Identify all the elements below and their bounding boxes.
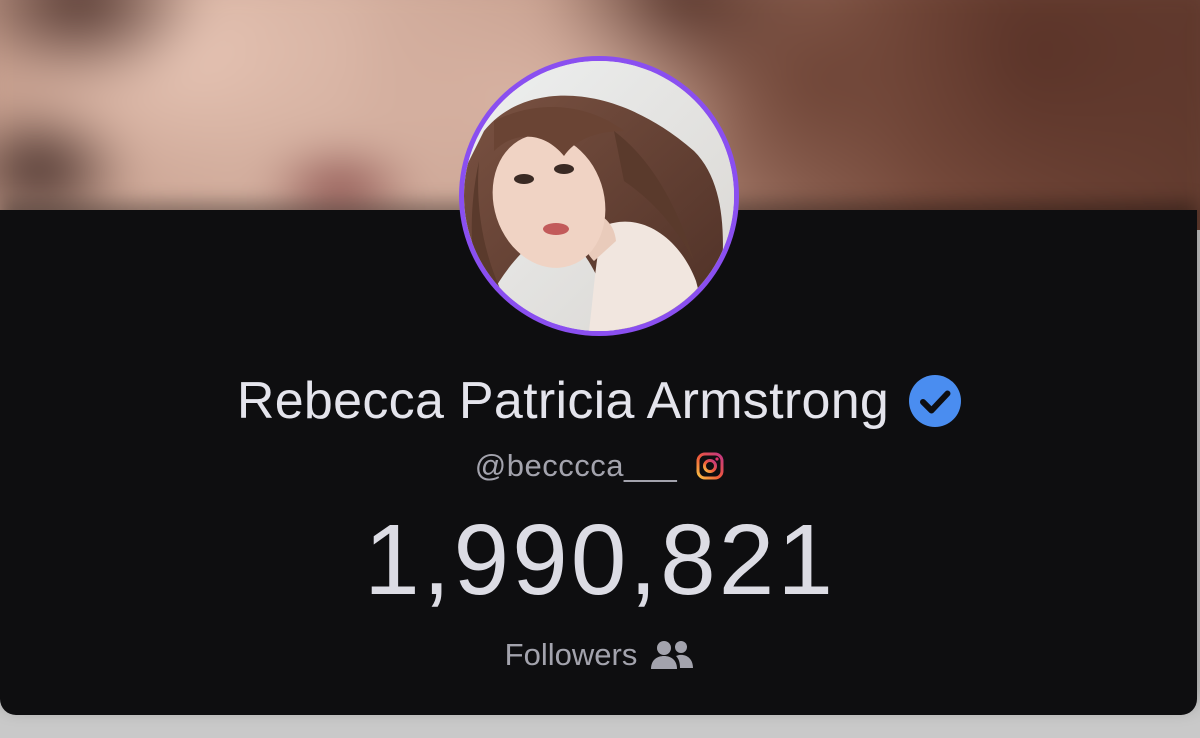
follower-count: 1,990,821 — [364, 504, 836, 616]
profile-page: Rebecca Patricia Armstrong @becccca___ 1… — [0, 0, 1200, 738]
avatar-image — [464, 61, 734, 331]
instagram-icon[interactable] — [695, 451, 725, 481]
verified-badge-icon — [909, 375, 962, 427]
users-icon — [651, 641, 694, 669]
avatar[interactable] — [459, 56, 739, 336]
profile-name: Rebecca Patricia Armstrong — [236, 372, 890, 430]
followers-row: Followers — [0, 632, 1200, 678]
profile-handle[interactable]: @becccca___ — [475, 448, 677, 484]
handle-row: @becccca___ — [0, 446, 1200, 486]
followers-label: Followers — [504, 637, 638, 672]
avatar-portrait-icon — [464, 61, 734, 331]
profile-name-row: Rebecca Patricia Armstrong — [0, 366, 1200, 436]
